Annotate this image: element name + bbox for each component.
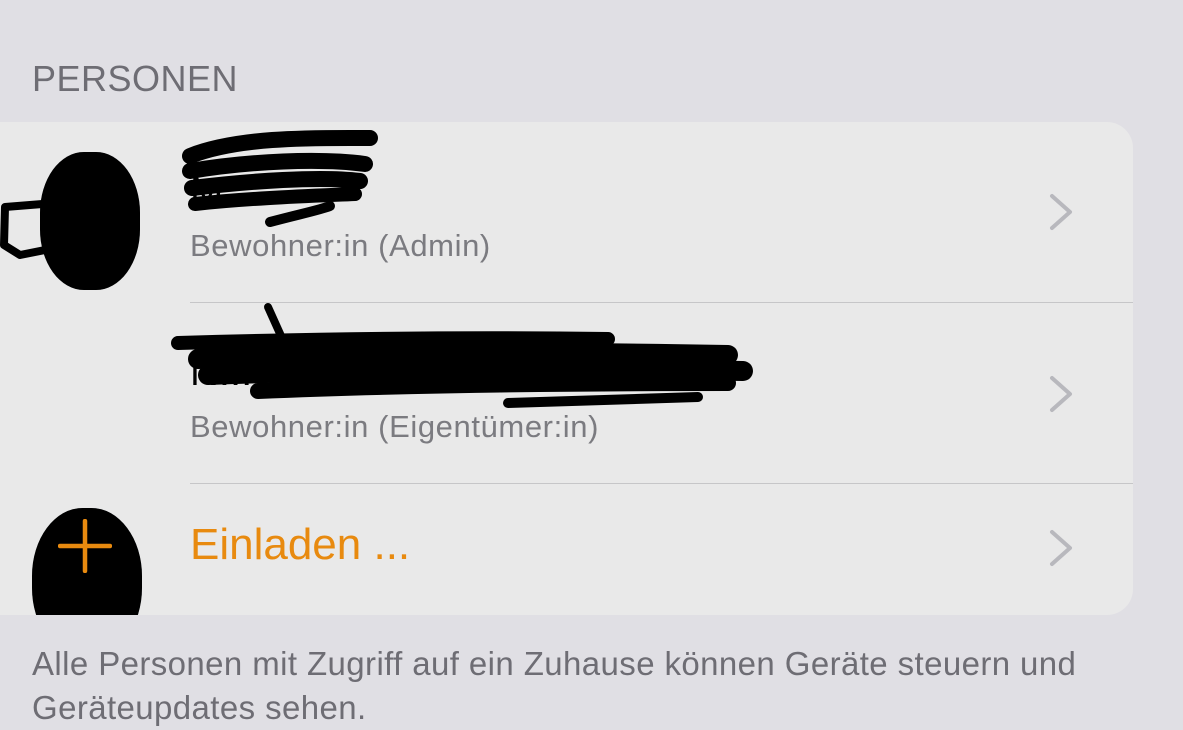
invite-row[interactable]: Einladen ...	[0, 484, 1133, 615]
chevron-right-icon	[1050, 194, 1072, 230]
section-header: PERSONEN	[32, 58, 239, 99]
people-card: M... Bewohner:in (Admin) N... Bewohner:i…	[0, 122, 1133, 615]
section-footer-text: Alle Personen mit Zugriff auf ein Zuhaus…	[32, 645, 1077, 726]
person-role: Bewohner:in (Eigentümer:in)	[190, 409, 600, 444]
plus-icon	[58, 519, 112, 573]
invite-label: Einladen ...	[190, 520, 411, 569]
person-row-2[interactable]: N... Bewohner:in (Eigentümer:in)	[0, 303, 1133, 615]
redaction-scribble	[0, 199, 64, 259]
name-redaction	[171, 303, 753, 408]
chevron-right-icon	[1050, 530, 1072, 566]
chevron-right-icon	[1050, 376, 1072, 412]
name-redaction	[182, 129, 378, 227]
